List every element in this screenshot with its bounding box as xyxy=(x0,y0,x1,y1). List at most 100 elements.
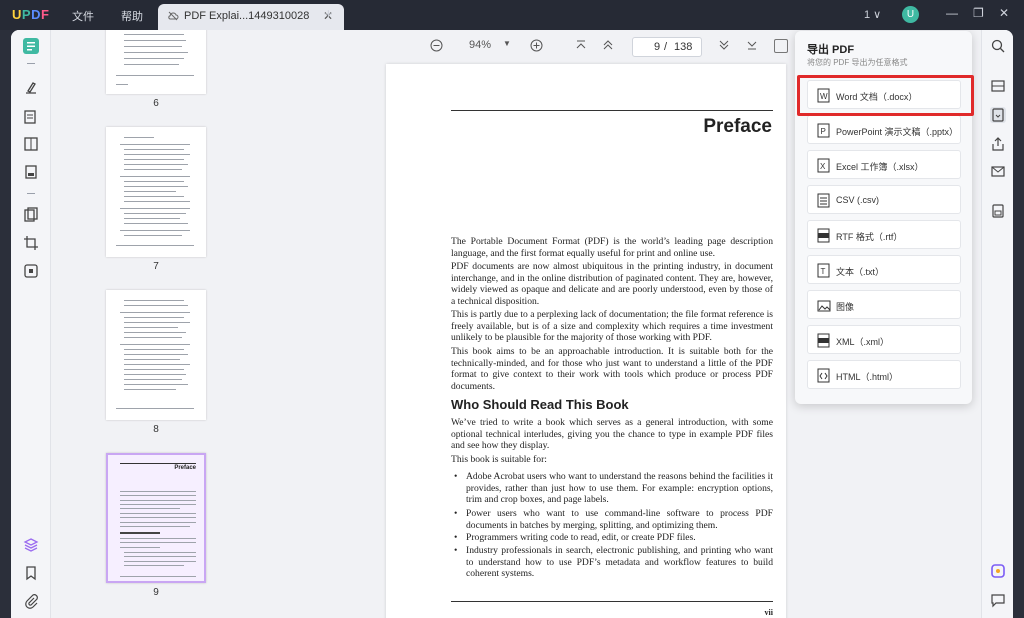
tab-title: PDF Explai...1449310028 xyxy=(184,10,310,22)
app-body: 6 7 8 Preface 9 94% ▼ 9 / 138 Preface Th… xyxy=(11,30,1013,618)
comment-icon[interactable] xyxy=(23,80,39,96)
image-icon xyxy=(817,298,831,313)
view-mode-icon[interactable] xyxy=(774,39,788,53)
html-icon xyxy=(817,368,830,383)
option-label: RTF 格式（.rtf） xyxy=(836,232,903,242)
export-image-button[interactable]: 图像 xyxy=(807,290,961,319)
thumbnail-label: 6 xyxy=(153,98,159,109)
close-window-icon[interactable]: ✕ xyxy=(999,6,1009,20)
document-toolbar: 94% ▼ 9 / 138 xyxy=(266,30,806,62)
footer-rule xyxy=(451,601,773,602)
paragraph: The Portable Document Format (PDF) is th… xyxy=(451,236,773,259)
paragraph: We’ve tried to write a book which serves… xyxy=(451,417,773,452)
export-excel-button[interactable]: X Excel 工作簿（.xlsx） xyxy=(807,150,961,179)
xml-icon xyxy=(817,333,830,348)
text-icon: T xyxy=(817,263,830,278)
layers-icon[interactable] xyxy=(23,537,39,553)
option-label: XML（.xml） xyxy=(836,337,890,347)
bullet-item: Adobe Acrobat users who want to understa… xyxy=(454,471,773,506)
csv-icon xyxy=(817,193,830,208)
thumbnail-page-selected[interactable]: Preface xyxy=(106,453,206,583)
menu-help[interactable]: 帮助 xyxy=(121,8,143,24)
page-heading: Preface xyxy=(703,116,772,137)
ai-assistant-icon[interactable] xyxy=(990,563,1006,579)
total-pages: 138 xyxy=(674,41,693,53)
option-label: Excel 工作簿（.xlsx） xyxy=(836,162,924,172)
paragraph: This book is suitable for: xyxy=(451,454,547,465)
document-tab[interactable]: PDF Explai...1449310028 ✕ xyxy=(158,4,344,30)
menu-file[interactable]: 文件 xyxy=(72,8,94,24)
bullet-item: Power users who want to use command-line… xyxy=(454,508,773,531)
form-icon[interactable] xyxy=(23,136,39,152)
next-page-icon[interactable] xyxy=(718,39,730,54)
share-icon[interactable] xyxy=(990,136,1006,152)
thumbnail-page[interactable] xyxy=(106,30,206,94)
zoom-in-icon[interactable] xyxy=(530,39,543,55)
zoom-level[interactable]: 94% xyxy=(469,39,491,51)
rtf-icon xyxy=(817,228,830,243)
thumbnail-label: 9 xyxy=(153,587,159,598)
divider xyxy=(27,63,35,64)
last-page-icon[interactable] xyxy=(746,39,758,54)
export-rtf-button[interactable]: RTF 格式（.rtf） xyxy=(807,220,961,249)
reader-icon[interactable] xyxy=(23,38,39,54)
paragraph: This book aims to be an approachable int… xyxy=(451,346,773,392)
export-pdf-icon[interactable] xyxy=(990,107,1006,123)
left-toolbar xyxy=(11,30,51,618)
edit-icon[interactable] xyxy=(23,109,39,125)
page-separator: / xyxy=(664,41,668,53)
app-logo[interactable]: UPDF xyxy=(12,7,49,22)
right-toolbar xyxy=(981,30,1013,618)
page-number: vii xyxy=(764,608,773,617)
save-icon[interactable] xyxy=(990,203,1006,219)
previous-page-icon[interactable] xyxy=(602,39,614,54)
ocr-icon[interactable] xyxy=(990,78,1006,94)
search-icon[interactable] xyxy=(990,38,1006,54)
restore-icon[interactable]: ❐ xyxy=(973,6,984,20)
thumbnail-label: 8 xyxy=(153,424,159,435)
chevron-down-icon[interactable]: ▼ xyxy=(503,39,511,48)
comment-panel-icon[interactable] xyxy=(990,592,1006,608)
option-label: PowerPoint 演示文稿（.pptx） xyxy=(836,127,959,137)
export-text-button[interactable]: T 文本（.txt） xyxy=(807,255,961,284)
export-powerpoint-button[interactable]: P PowerPoint 演示文稿（.pptx） xyxy=(807,115,961,144)
pdf-page: Preface The Portable Document Format (PD… xyxy=(386,64,786,618)
mail-icon[interactable] xyxy=(990,163,1006,179)
crop-icon[interactable] xyxy=(23,235,39,251)
option-label: CSV (.csv) xyxy=(836,195,880,205)
thumbnail-page[interactable] xyxy=(106,127,206,257)
attachment-icon[interactable] xyxy=(23,593,39,609)
option-label: HTML（.html） xyxy=(836,372,899,382)
page-number-field[interactable]: 9 / 138 xyxy=(632,37,702,57)
new-tab-button[interactable]: + xyxy=(324,6,333,23)
current-page: 9 xyxy=(654,41,661,53)
bullet-item: Programmers writing code to read, edit, … xyxy=(454,532,773,544)
export-csv-button[interactable]: CSV (.csv) xyxy=(807,185,961,214)
export-html-button[interactable]: HTML（.html） xyxy=(807,360,961,389)
thumbnail-panel: 6 7 8 Preface 9 xyxy=(51,30,266,618)
first-page-icon[interactable] xyxy=(575,39,587,54)
export-xml-button[interactable]: XML（.xml） xyxy=(807,325,961,354)
powerpoint-icon: P xyxy=(817,123,830,138)
svg-text:X: X xyxy=(820,162,826,171)
thumbnail-page[interactable] xyxy=(106,290,206,420)
popup-title: 导出 PDF xyxy=(807,44,855,56)
minimize-icon[interactable]: — xyxy=(946,6,958,20)
highlight-box xyxy=(797,75,974,116)
header-rule xyxy=(451,110,773,111)
zoom-out-icon[interactable] xyxy=(430,39,443,55)
divider xyxy=(27,193,35,194)
svg-text:P: P xyxy=(821,127,826,136)
title-bar: UPDF 文件 帮助 PDF Explai...1449310028 ✕ + 1… xyxy=(0,0,1024,30)
tools-icon[interactable] xyxy=(23,263,39,279)
paragraph: This is partly due to a perplexing lack … xyxy=(451,309,773,344)
paragraph: PDF documents are now almost ubiquitous … xyxy=(451,261,773,307)
organize-pages-icon[interactable] xyxy=(23,207,39,223)
avatar[interactable]: U xyxy=(902,6,919,23)
bookmark-icon[interactable] xyxy=(23,565,39,581)
window-switch[interactable]: 1 ∨ xyxy=(864,8,881,21)
fill-sign-icon[interactable] xyxy=(23,164,39,180)
option-label: 图像 xyxy=(836,302,855,312)
thumbnail-label: 7 xyxy=(153,261,159,272)
cloud-icon xyxy=(167,10,179,25)
